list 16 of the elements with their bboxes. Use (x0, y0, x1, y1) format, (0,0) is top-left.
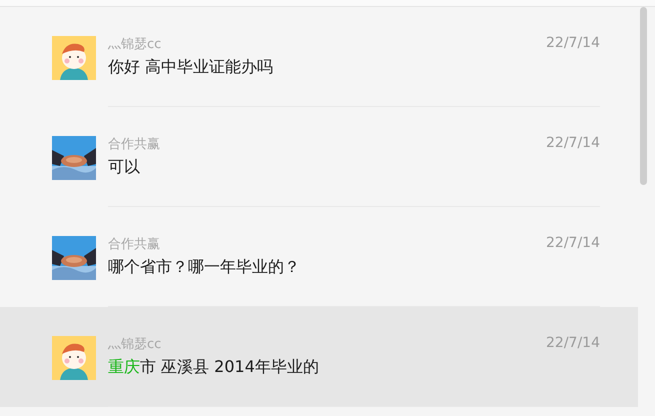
contact-name: 灬锦瑟cc (108, 36, 162, 53)
message-preview: 重庆市 巫溪县 2014年毕业的 (108, 357, 320, 378)
scrollbar-thumb[interactable] (640, 7, 646, 185)
message-date: 22/7/14 (546, 335, 600, 353)
message-date: 22/7/14 (546, 35, 600, 53)
conversation-item[interactable]: 合作共赢 22/7/14 可以 (0, 107, 638, 207)
contact-name: 合作共赢 (108, 136, 160, 153)
contact-name: 合作共赢 (108, 236, 160, 253)
conversation-item[interactable]: 灬锦瑟cc 22/7/14 你好 高中毕业证能办吗 (0, 7, 638, 107)
contact-name: 灬锦瑟cc (108, 336, 162, 353)
message-preview: 你好 高中毕业证能办吗 (108, 57, 274, 78)
message-date: 22/7/14 (546, 135, 600, 153)
message-preview: 哪个省市？哪一年毕业的？ (108, 257, 301, 278)
message-date: 22/7/14 (546, 235, 600, 253)
conversation-item[interactable]: 灬锦瑟cc 22/7/14 重庆市 巫溪县 2014年毕业的 (0, 307, 638, 407)
message-preview: 可以 (108, 157, 141, 178)
